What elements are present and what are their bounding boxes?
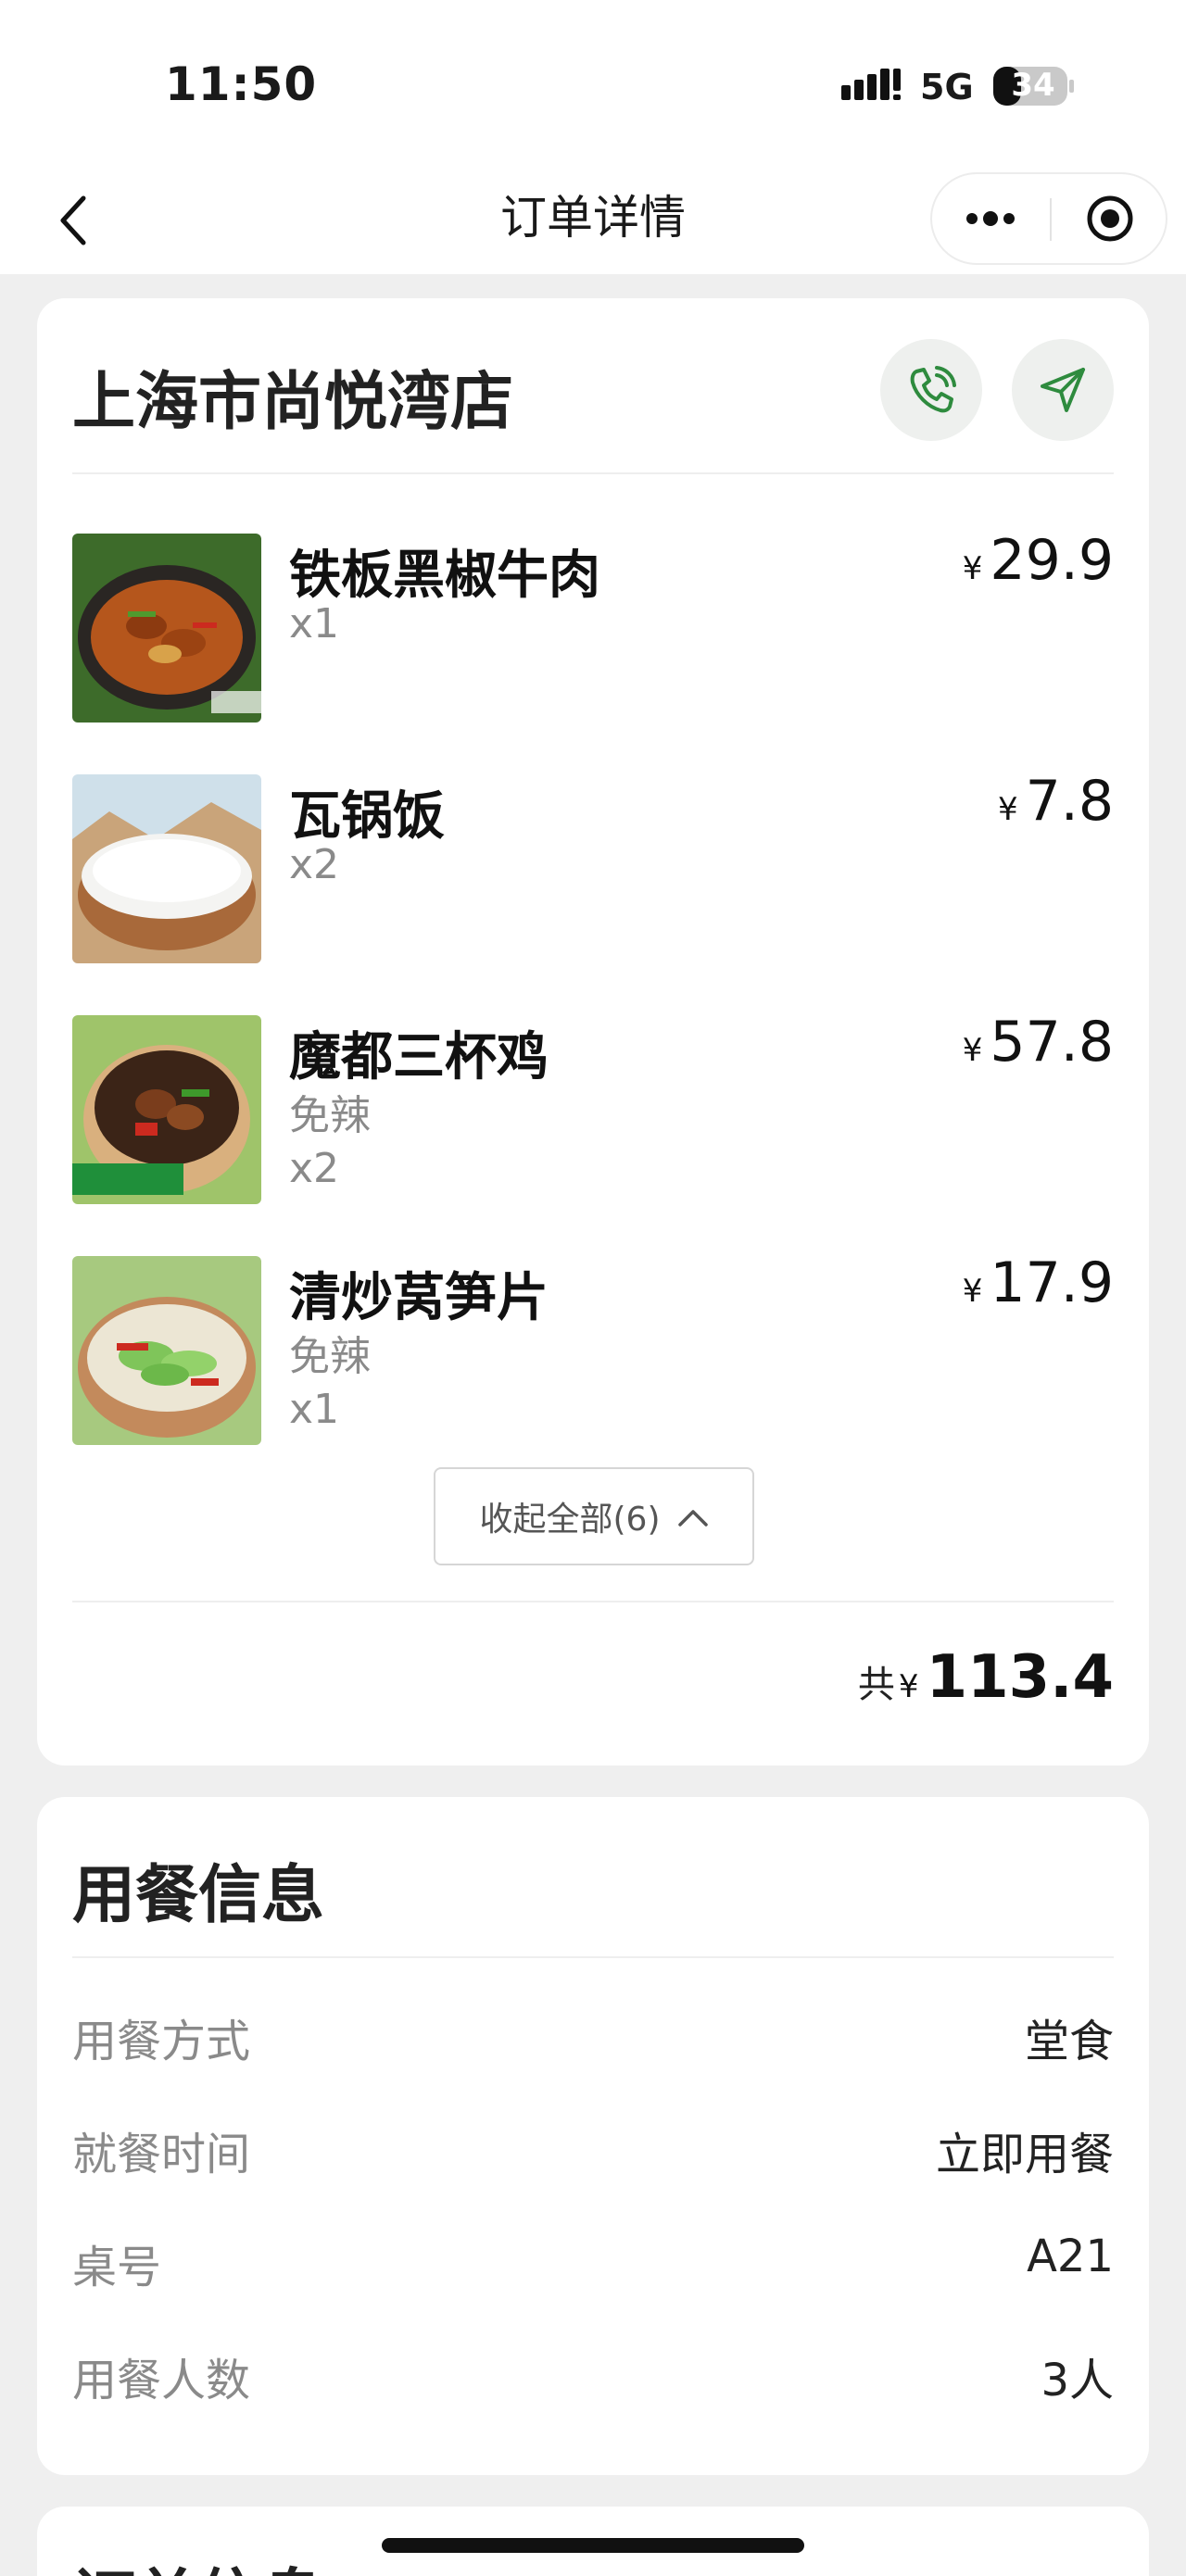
info-value: 堂食 — [1024, 2016, 1114, 2067]
navigation-arrow-icon — [1041, 368, 1085, 412]
dish-image — [72, 774, 261, 963]
order-item[interactable]: 瓦锅饭 x2 ¥7.8 — [72, 769, 1114, 965]
dish-name: 铁板黑椒牛肉 — [289, 546, 600, 606]
mini-program-capsule — [930, 172, 1167, 265]
currency-symbol: ¥ — [962, 1273, 983, 1310]
chevron-up-icon — [677, 1498, 709, 1536]
dish-price: ¥7.8 — [998, 769, 1114, 834]
info-row-table-number: 桌号 A21 — [72, 2230, 1114, 2295]
chevron-left-icon — [60, 195, 86, 245]
dish-price: ¥17.9 — [963, 1250, 1114, 1315]
close-mini-program-button[interactable] — [1053, 174, 1167, 263]
capsule-divider — [1050, 198, 1052, 241]
currency-symbol: ¥ — [997, 791, 1018, 828]
info-row-dining-mode: 用餐方式 堂食 — [72, 2004, 1114, 2069]
dish-quantity: x1 — [289, 1386, 340, 1433]
currency-symbol: ¥ — [962, 550, 983, 587]
order-item[interactable]: 魔都三杯鸡 免辣 x2 ¥57.8 — [72, 1010, 1114, 1206]
info-value: 立即用餐 — [935, 2129, 1114, 2180]
dish-price: ¥29.9 — [963, 528, 1114, 593]
more-dots-icon — [966, 211, 1015, 226]
dish-spec: 免辣 — [289, 1092, 371, 1139]
section-title: 用餐信息 — [72, 1859, 325, 1932]
dish-quantity: x2 — [289, 841, 340, 888]
network-label: 5G — [920, 67, 974, 107]
divider — [72, 1956, 1114, 1958]
dish-image — [72, 1015, 261, 1204]
call-store-button[interactable] — [880, 339, 982, 441]
info-key: 用餐人数 — [72, 2355, 251, 2406]
navigate-to-store-button[interactable] — [1012, 339, 1114, 441]
section-title: 订单信息 — [72, 2547, 324, 2576]
battery-level: 34 — [1011, 67, 1055, 104]
order-total: 共 ¥113.4 — [858, 1643, 1114, 1712]
dish-quantity: x1 — [289, 600, 340, 647]
dish-spec: 免辣 — [289, 1333, 371, 1380]
status-bar: 11:50 5G 34 — [0, 0, 1186, 167]
dish-quantity: x2 — [289, 1145, 340, 1192]
info-key: 桌号 — [72, 2242, 162, 2293]
phone-icon — [910, 366, 956, 413]
order-item[interactable]: 清炒莴笋片 免辣 x1 ¥17.9 — [72, 1250, 1114, 1447]
home-indicator — [382, 2538, 804, 2553]
divider — [72, 1601, 1114, 1602]
nav-bar: 订单详情 — [0, 167, 1186, 274]
back-button[interactable] — [37, 183, 111, 258]
collapse-all-label: 收起全部(6) — [479, 1501, 661, 1539]
total-label: 共 — [857, 1664, 895, 1706]
info-row-dining-time: 就餐时间 立即用餐 — [72, 2117, 1114, 2182]
dish-name: 魔都三杯鸡 — [289, 1027, 549, 1087]
collapse-all-button[interactable]: 收起全部(6) — [434, 1467, 754, 1565]
dish-price-value: 29.9 — [990, 528, 1114, 593]
dish-price-value: 57.8 — [990, 1010, 1114, 1074]
store-name: 上海市尚悦湾店 — [72, 366, 514, 439]
dish-name: 清炒莴笋片 — [289, 1268, 549, 1328]
info-key: 用餐方式 — [72, 2016, 251, 2067]
more-button[interactable] — [932, 174, 1049, 263]
dish-image — [72, 1256, 261, 1445]
divider — [72, 472, 1114, 474]
dish-image — [72, 534, 261, 723]
info-key: 就餐时间 — [72, 2129, 251, 2180]
info-value: A21 — [1027, 2230, 1114, 2282]
page-title: 订单详情 — [500, 191, 686, 245]
store-order-card: 上海市尚悦湾店 铁板黑椒牛肉 x1 ¥ 29.9 瓦锅饭 x2 ¥ 7.8 魔都… — [37, 298, 1149, 1766]
currency-symbol: ¥ — [898, 1668, 919, 1705]
dish-name: 瓦锅饭 — [289, 786, 445, 847]
target-icon — [1087, 195, 1133, 242]
info-row-guest-count: 用餐人数 3人 — [72, 2344, 1114, 2408]
currency-symbol: ¥ — [962, 1032, 983, 1069]
dish-price-value: 17.9 — [990, 1250, 1114, 1315]
info-value: 3人 — [1041, 2355, 1114, 2406]
dining-info-card: 用餐信息 用餐方式 堂食 就餐时间 立即用餐 桌号 A21 用餐人数 3人 — [37, 1797, 1149, 2475]
status-time: 11:50 — [165, 57, 318, 111]
dish-price-value: 7.8 — [1025, 769, 1114, 834]
order-item[interactable]: 铁板黑椒牛肉 x1 ¥29.9 — [72, 528, 1114, 724]
total-amount: 113.4 — [926, 1643, 1114, 1712]
dish-price: ¥57.8 — [963, 1010, 1114, 1074]
signal-icon — [841, 69, 901, 100]
